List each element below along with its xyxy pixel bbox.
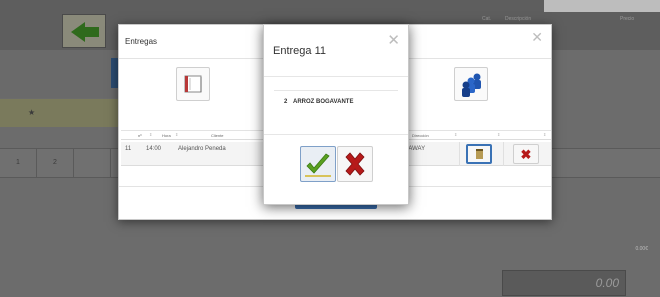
book-icon	[184, 75, 202, 93]
delete-button[interactable]: ✖	[513, 144, 539, 164]
amount-display: 0.00	[502, 270, 626, 296]
row-time: 14:00	[146, 146, 162, 152]
entrega-dialog: Entrega 11 ✕ 2 ARROZ BOGAVANTE	[263, 24, 409, 205]
category-strip	[0, 50, 120, 98]
item-name: ARROZ BOGAVANTE	[293, 99, 354, 105]
sort-icon[interactable]: ⇕	[543, 132, 546, 137]
cancel-button[interactable]	[337, 146, 373, 182]
header-price: Precio	[620, 16, 635, 22]
dialog-title: Entrega 11	[273, 45, 327, 57]
note-icon	[476, 149, 483, 159]
row-number: 11	[125, 146, 132, 152]
table-cell[interactable]: 1	[0, 148, 37, 178]
column-client[interactable]: Cliente	[211, 133, 223, 138]
entregas-title: Entregas	[125, 37, 158, 46]
column-address[interactable]: Dirección	[412, 133, 429, 138]
amount-value: 0.00	[595, 276, 619, 290]
users-icon	[462, 73, 481, 97]
back-button[interactable]	[62, 14, 106, 48]
table-cell[interactable]: 2	[37, 148, 74, 178]
total-label: 0.00€	[635, 246, 648, 252]
header-description: Descripción	[505, 16, 532, 22]
header-cat: Cat.	[482, 16, 492, 22]
sort-icon[interactable]: ⇕	[149, 132, 152, 137]
favorites-band	[0, 99, 120, 127]
checkmark-icon	[305, 153, 331, 177]
item-quantity: 2	[284, 99, 288, 105]
delete-x-icon: ✖	[520, 147, 532, 162]
book-button[interactable]	[176, 67, 210, 101]
sort-icon[interactable]: ⇕	[454, 132, 457, 137]
confirm-button[interactable]	[300, 146, 336, 182]
notes-button[interactable]	[466, 144, 492, 164]
column-number[interactable]: nº	[138, 133, 142, 138]
row-client: Alejandro Peneda	[178, 146, 226, 152]
sort-icon[interactable]: ⇕	[497, 132, 500, 137]
search-panel[interactable]	[544, 0, 660, 12]
star-icon: ★	[28, 108, 36, 117]
column-time[interactable]: Hora	[162, 133, 171, 138]
cross-icon	[345, 152, 365, 176]
sort-icon[interactable]: ⇕	[175, 132, 178, 137]
close-icon[interactable]: ✕	[387, 31, 400, 49]
customers-button[interactable]	[454, 67, 488, 101]
table-cell[interactable]	[74, 148, 111, 178]
close-icon[interactable]: ✕	[531, 29, 543, 46]
